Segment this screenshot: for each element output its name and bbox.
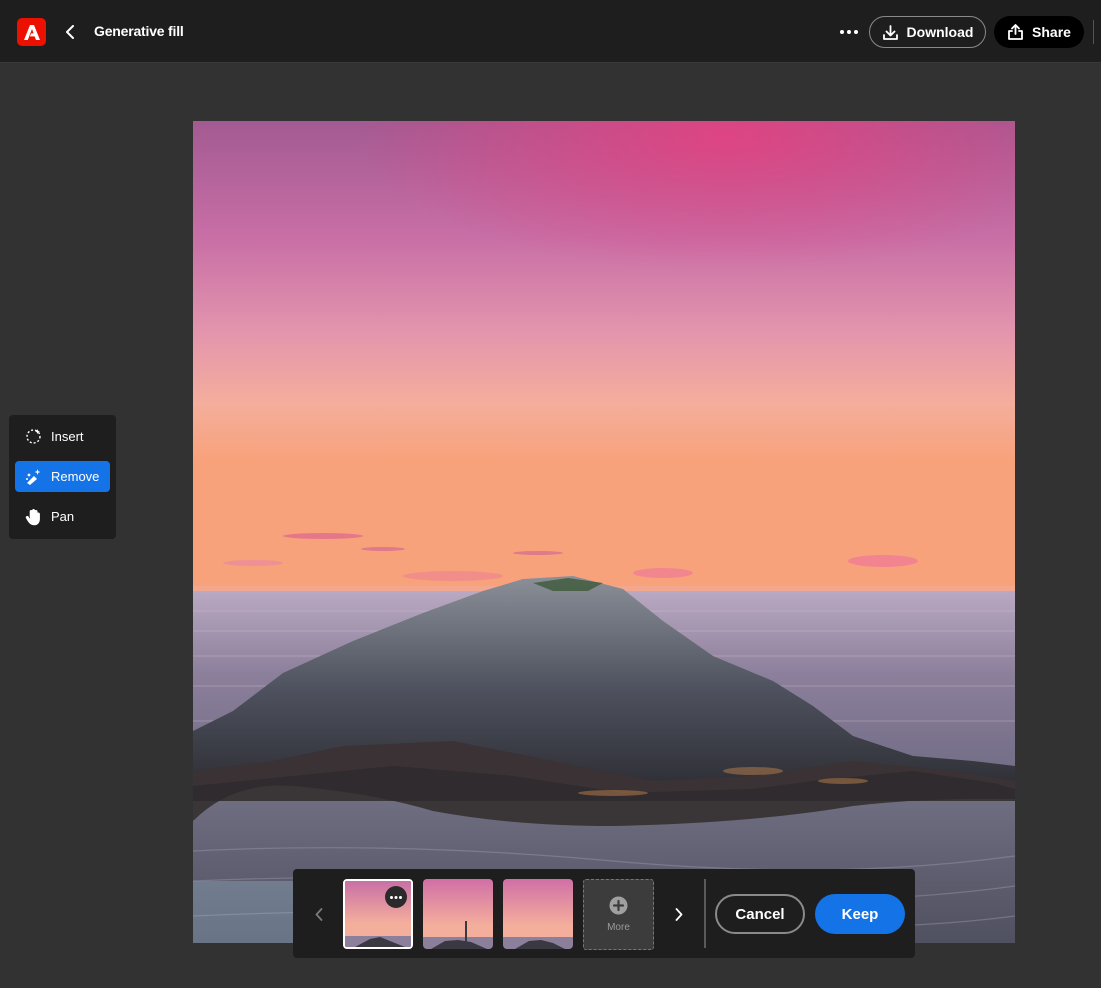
share-label: Share — [1032, 24, 1071, 40]
variation-options-icon[interactable] — [385, 886, 407, 908]
previous-variation-chevron-icon[interactable] — [309, 903, 329, 925]
download-icon — [882, 24, 898, 40]
tool-insert[interactable]: Insert — [15, 421, 110, 452]
page-title: Generative fill — [94, 23, 184, 39]
variation-bar: More Cancel Keep — [293, 869, 915, 958]
canvas-image[interactable] — [193, 121, 1015, 943]
share-button[interactable]: Share — [994, 16, 1084, 48]
download-button[interactable]: Download — [869, 16, 986, 48]
eraser-brush-icon — [24, 468, 42, 486]
tool-label: Pan — [51, 509, 75, 524]
keep-button[interactable]: Keep — [815, 894, 905, 934]
variation-thumbnail-3[interactable] — [503, 879, 573, 949]
more-options-icon[interactable] — [836, 20, 862, 44]
cancel-button[interactable]: Cancel — [715, 894, 805, 934]
variation-thumbnail-1[interactable] — [343, 879, 413, 949]
more-label: More — [607, 922, 630, 933]
tool-label: Insert — [51, 429, 84, 444]
toolbar-divider — [1093, 20, 1094, 44]
hand-icon — [24, 508, 42, 526]
tool-remove[interactable]: Remove — [15, 461, 110, 492]
download-label: Download — [906, 24, 974, 40]
variation-thumbnail-2[interactable] — [423, 879, 493, 949]
sparkle-brush-icon — [24, 428, 42, 446]
tool-label: Remove — [51, 469, 100, 484]
more-variations-button[interactable]: More — [583, 879, 654, 950]
share-icon — [1008, 24, 1023, 40]
variation-bar-divider — [704, 879, 706, 948]
tool-panel: Insert Remove Pan — [9, 415, 116, 539]
next-variation-chevron-icon[interactable] — [669, 903, 689, 925]
back-chevron-icon[interactable] — [60, 22, 80, 42]
top-bar: Generative fill Download Share — [0, 0, 1101, 63]
tool-pan[interactable]: Pan — [15, 501, 110, 532]
add-circle-icon — [609, 896, 628, 915]
adobe-logo-icon[interactable] — [17, 18, 46, 46]
